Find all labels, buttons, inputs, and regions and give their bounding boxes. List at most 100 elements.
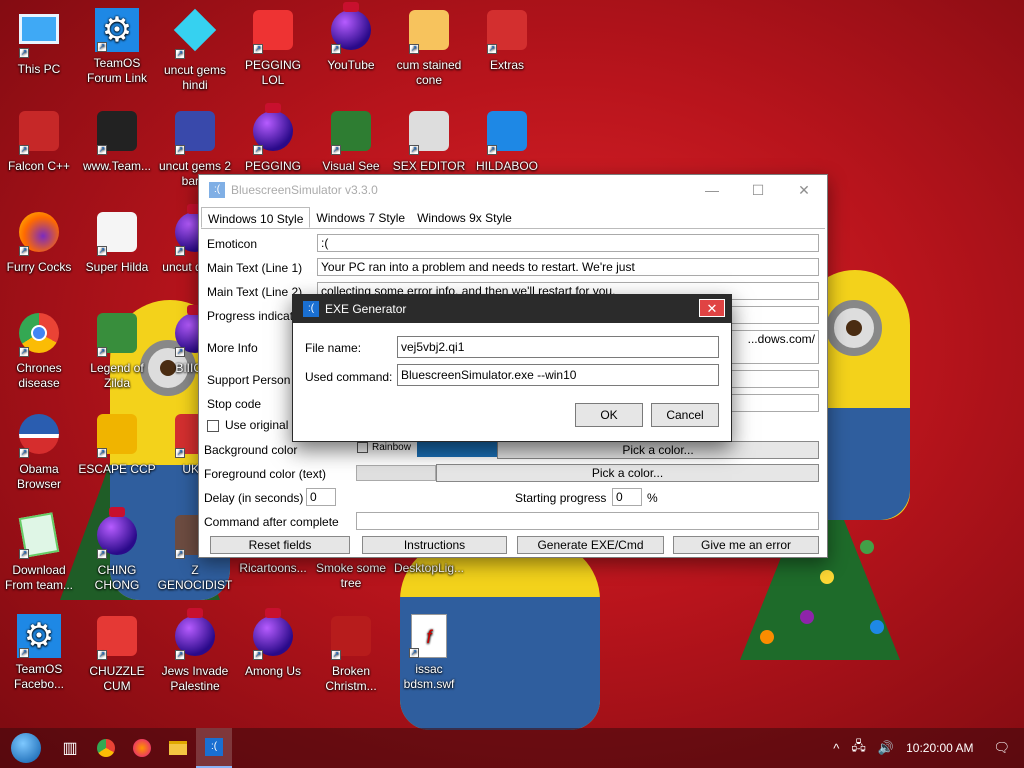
- desktop-icon[interactable]: ⚙ ↗ TeamOS Facebo...: [0, 614, 78, 692]
- zelda-icon: ↗: [95, 313, 139, 357]
- generate-exe-button[interactable]: Generate EXE/Cmd: [517, 536, 664, 554]
- desktop-icon[interactable]: ↗ Broken Christm...: [312, 614, 390, 694]
- file-name-input[interactable]: vej5vbj2.qi1: [397, 336, 719, 358]
- desktop-icon-label: ESCAPE CCP: [78, 462, 156, 476]
- desktop-icon-label: Super Hilda: [85, 260, 149, 274]
- desktop-icon[interactable]: f ↗ issac bdsm.swf: [390, 614, 468, 692]
- desktop-icon[interactable]: ⚙ ↗ TeamOS Forum Link: [78, 8, 156, 86]
- ball-icon: ↗: [251, 103, 295, 155]
- window-titlebar[interactable]: :( BluescreenSimulator v3.3.0 — ☐ ✕: [199, 175, 827, 205]
- file-explorer-icon[interactable]: [160, 728, 196, 768]
- desktop-icon[interactable]: ↗ This PC: [0, 8, 78, 77]
- wallpaper-ornament: [870, 620, 884, 634]
- use-original-checkbox-row[interactable]: Use original: [207, 418, 288, 432]
- wallpaper-ornament: [800, 610, 814, 624]
- reset-fields-button[interactable]: Reset fields: [210, 536, 350, 554]
- desktop-icon-label: Chrones disease: [16, 361, 62, 390]
- exe-generator-dialog[interactable]: :( EXE Generator ✕ File name: vej5vbj2.q…: [292, 294, 732, 442]
- use-original-checkbox[interactable]: [207, 419, 219, 432]
- pick-foreground-color-button[interactable]: Pick a color...: [436, 464, 819, 482]
- tab-windows-7[interactable]: Windows 7 Style: [310, 207, 411, 228]
- network-icon[interactable]: 🖧: [845, 737, 872, 759]
- task-view-icon[interactable]: ▥: [52, 728, 88, 768]
- obama-logo-icon: ↗: [17, 414, 61, 458]
- gift-icon: ↗: [485, 10, 529, 54]
- p-logo-icon: ↗: [251, 10, 295, 54]
- desktop-icon[interactable]: ↗ CHING CHONG: [78, 507, 156, 593]
- notifications-icon[interactable]: 🗨: [979, 740, 1024, 756]
- shortcut-arrow-icon: ↗: [19, 48, 29, 58]
- pixel-dog-icon: ↗: [95, 212, 139, 256]
- desktop-icon[interactable]: ↗ ESCAPE CCP: [78, 412, 156, 477]
- tab-windows-10[interactable]: Windows 10 Style: [201, 207, 311, 228]
- emoticon-field[interactable]: :(: [317, 234, 819, 252]
- foreground-color-label: Foreground color (text): [204, 467, 327, 481]
- desktop-icon[interactable]: ↗ PEGGING: [234, 103, 312, 174]
- shortcut-arrow-icon: ↗: [97, 145, 107, 155]
- bluescreen-app-icon[interactable]: :(: [196, 728, 232, 768]
- rainbow-checkbox[interactable]: [357, 442, 368, 453]
- main-text-line1-field[interactable]: Your PC ran into a problem and needs to …: [317, 258, 819, 276]
- desktop-icon[interactable]: ↗ YouTube: [312, 2, 390, 73]
- dialog-titlebar[interactable]: :( EXE Generator ✕: [293, 295, 731, 323]
- desktop-icon[interactable]: ↗ Legend of Zilda: [78, 311, 156, 391]
- minimize-button[interactable]: —: [689, 175, 735, 205]
- shortcut-arrow-icon: ↗: [331, 44, 341, 54]
- desktop-icon[interactable]: ↗ uncut gems hindi: [156, 8, 234, 93]
- shortcut-arrow-icon: ↗: [19, 347, 29, 357]
- desktop-icon[interactable]: ↗ Falcon C++: [0, 109, 78, 174]
- tab-windows-9x[interactable]: Windows 9x Style: [411, 207, 518, 228]
- desktop-icon[interactable]: ↗ Extras: [468, 8, 546, 73]
- desktop-icon-label: DesktopLig...: [393, 561, 465, 575]
- shortcut-arrow-icon: ↗: [487, 44, 497, 54]
- ok-button[interactable]: OK: [575, 403, 643, 427]
- chrome-icon[interactable]: [88, 728, 124, 768]
- close-button[interactable]: ✕: [781, 175, 827, 205]
- desktop-icon[interactable]: ↗ Among Us: [234, 608, 312, 679]
- desktop-icon[interactable]: ↗ SEX EDITOR: [390, 109, 468, 174]
- delay-field[interactable]: 0: [306, 488, 336, 506]
- ball-icon: ↗: [251, 608, 295, 660]
- dialog-close-button[interactable]: ✕: [699, 299, 725, 317]
- desktop-icon[interactable]: ↗ HILDABOO: [468, 109, 546, 174]
- desktop-icon[interactable]: ↗ Obama Browser: [0, 412, 78, 492]
- desktop-icon[interactable]: ↗ Furry Cocks: [0, 210, 78, 275]
- desktop-icon[interactable]: ↗ Jews Invade Palestine: [156, 608, 234, 694]
- desktop-icon[interactable]: ↗ Download From team...: [0, 512, 78, 593]
- desktop-icon[interactable]: ↗ CHUZZLE CUM: [78, 614, 156, 694]
- pick-background-color-button[interactable]: Pick a color...: [497, 441, 819, 459]
- shortcut-arrow-icon: ↗: [97, 650, 107, 660]
- ball-icon: ↗: [173, 608, 217, 660]
- desktop-icon[interactable]: ↗ Visual See: [312, 109, 390, 174]
- desktop-icon[interactable]: ↗ cum stained cone: [390, 8, 468, 88]
- volume-icon[interactable]: 🔊: [872, 740, 900, 756]
- shortcut-arrow-icon: ↗: [19, 648, 29, 658]
- desktop-icon[interactable]: ↗ www.Team...: [78, 109, 156, 174]
- starting-progress-field[interactable]: 0: [612, 488, 642, 506]
- start-orb-icon[interactable]: [0, 728, 52, 768]
- desktop-icon-label: Extras: [489, 58, 524, 72]
- shortcut-arrow-icon: ↗: [409, 145, 419, 155]
- desktop-icon-label: Among Us: [244, 664, 302, 678]
- shortcut-arrow-icon: ↗: [253, 145, 263, 155]
- rainbow-checkbox-row[interactable]: Rainbow: [357, 442, 411, 453]
- number-two-icon: ↗: [173, 111, 217, 155]
- desktop-icon-label: SEX EDITOR: [392, 159, 466, 173]
- desktop-icon[interactable]: ↗ Chrones disease: [0, 311, 78, 391]
- used-command-input[interactable]: BluescreenSimulator.exe --win10: [397, 364, 719, 386]
- wallpaper-ornament: [760, 630, 774, 644]
- desktop-icon[interactable]: ↗ Super Hilda: [78, 210, 156, 275]
- firefox-icon[interactable]: [124, 728, 160, 768]
- instructions-button[interactable]: Instructions: [362, 536, 507, 554]
- chevron-up-icon[interactable]: ^: [827, 741, 845, 756]
- maximize-button[interactable]: ☐: [735, 175, 781, 205]
- shortcut-arrow-icon: ↗: [19, 145, 29, 155]
- command-after-complete-field[interactable]: [356, 512, 819, 530]
- clock[interactable]: 10:20:00 AM: [900, 741, 979, 755]
- give-me-an-error-button[interactable]: Give me an error: [673, 536, 819, 554]
- shortcut-arrow-icon: ↗: [175, 145, 185, 155]
- desktop-icon[interactable]: ↗ PEGGING LOL: [234, 8, 312, 88]
- cancel-button[interactable]: Cancel: [651, 403, 719, 427]
- window-title: BluescreenSimulator v3.3.0: [231, 183, 378, 197]
- style-tabs: Windows 10 Style Windows 7 Style Windows…: [201, 207, 825, 229]
